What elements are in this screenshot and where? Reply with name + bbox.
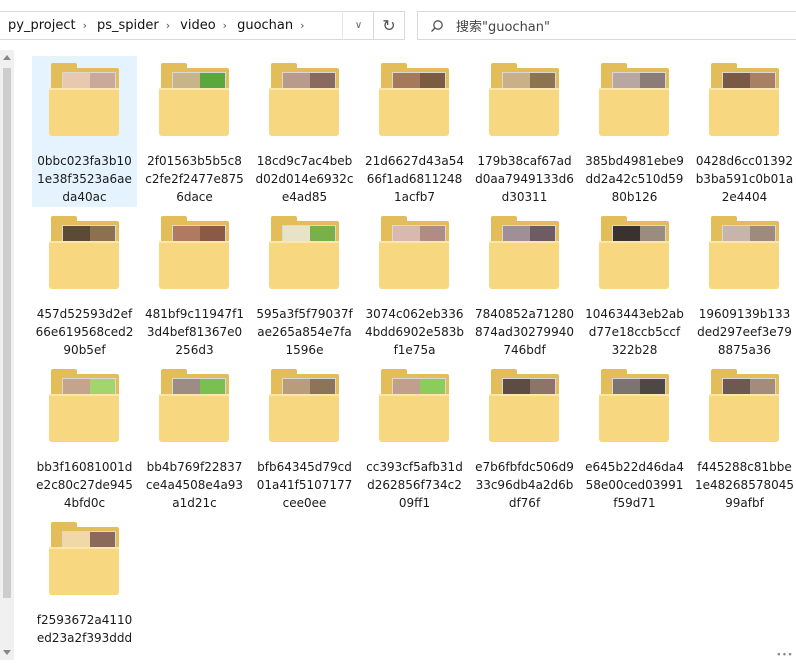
folder-icon [156, 63, 234, 136]
folder-icon [596, 63, 674, 136]
breadcrumb-ps-spider[interactable]: ps_spider [89, 18, 164, 33]
vertical-scrollbar[interactable] [0, 50, 14, 660]
scroll-down-icon[interactable] [3, 650, 11, 655]
folder-name: 595a3f5f79037fae265a854e7fa1596e [256, 307, 353, 357]
folder-name: 19609139b133ded297eef3e798875a36 [697, 307, 792, 357]
folder-name: e645b22d46da458e00ced03991f59d71 [585, 460, 684, 510]
folder-icon [706, 63, 784, 136]
folder-item[interactable]: 0428d6cc01392b3ba591c0b01a2e4404 [692, 56, 796, 207]
folder-name: cc393cf5afb31dd262856f734c209ff1 [366, 460, 463, 510]
folder-name: 481bf9c11947f13d4bef81367e0256d3 [145, 307, 245, 357]
folder-item[interactable]: e645b22d46da458e00ced03991f59d71 [582, 362, 687, 513]
folder-icon [376, 216, 454, 289]
folder-item[interactable]: 385bd4981ebe9dd2a42c510d5980b126 [582, 56, 687, 207]
folder-name: f445288c81bbe1e48268578045 99afbf [695, 460, 794, 510]
folder-name: 7840852a71280874ad30279940746bdf [475, 307, 574, 357]
folder-name: 18cd9c7ac4bebd02d014e6932ce4ad85 [255, 154, 354, 204]
folder-name: 179b38caf67add0aa7949133d6d30311 [475, 154, 574, 204]
folder-name: 10463443eb2abd77e18ccb5ccf322b28 [585, 307, 684, 357]
folder-icon [486, 369, 564, 442]
folder-icon [706, 369, 784, 442]
chevron-right-icon[interactable]: › [164, 19, 172, 32]
folder-item[interactable]: 457d52593d2ef66e619568ced290b5ef [32, 209, 137, 360]
breadcrumb-py-project[interactable]: py_project [0, 18, 81, 33]
folder-icon [46, 216, 124, 289]
folder-name: 2f01563b5b5c8c2fe2f2477e8756dace [145, 154, 244, 204]
folder-item[interactable]: f445288c81bbe1e48268578045 99afbf [692, 362, 796, 513]
folder-icon [156, 369, 234, 442]
folder-name: 0428d6cc01392b3ba591c0b01a2e4404 [695, 154, 794, 204]
folder-icon [596, 216, 674, 289]
folder-icon [156, 216, 234, 289]
folder-icon [486, 63, 564, 136]
folder-name: 457d52593d2ef66e619568ced290b5ef [35, 307, 134, 357]
folder-icon [596, 369, 674, 442]
folder-name: bfb64345d79cd01a41f5107177cee0ee [256, 460, 353, 510]
chevron-right-icon[interactable]: › [221, 19, 229, 32]
folder-icon [46, 63, 124, 136]
folder-icon [266, 369, 344, 442]
search-icon [418, 19, 456, 33]
file-grid: 0bbc023fa3b101e38f3523a6aeda40ac 2f01563b… [28, 56, 796, 668]
folder-item[interactable]: bb3f16081001de2c80c27de9454bfd0c [32, 362, 137, 513]
folder-item[interactable]: cc393cf5afb31dd262856f734c209ff1 [362, 362, 467, 513]
scroll-thumb[interactable] [3, 68, 11, 598]
folder-name: bb3f16081001de2c80c27de9454bfd0c [36, 460, 133, 510]
folder-name: e7b6fbfdc506d933c96db4a2d6bdf76f [475, 460, 574, 510]
folder-name: 3074c062eb3364bdd6902e583bf1e75a [365, 307, 464, 357]
folder-item[interactable]: 481bf9c11947f13d4bef81367e0256d3 [142, 209, 247, 360]
folder-item[interactable]: bb4b769f22837ce4a4508e4a93a1d21c [142, 362, 247, 513]
folder-item[interactable]: 21d6627d43a5466f1ad68112481acfb7 [362, 56, 467, 207]
scroll-up-icon[interactable] [3, 55, 11, 60]
folder-icon [266, 63, 344, 136]
folder-name: 0bbc023fa3b101e38f3523a6aeda40ac [37, 154, 132, 204]
folder-item[interactable]: 3074c062eb3364bdd6902e583bf1e75a [362, 209, 467, 360]
folder-item[interactable]: 0bbc023fa3b101e38f3523a6aeda40ac [32, 56, 137, 207]
folder-item[interactable]: 10463443eb2abd77e18ccb5ccf322b28 [582, 209, 687, 360]
address-bar[interactable]: py_project › ps_spider › video › guochan… [0, 11, 374, 40]
folder-icon [46, 522, 124, 595]
folder-item[interactable]: bfb64345d79cd01a41f5107177cee0ee [252, 362, 357, 513]
resize-grip-icon[interactable]: ∙∙∙ [776, 650, 793, 660]
folder-icon [486, 216, 564, 289]
folder-icon [376, 369, 454, 442]
address-dropdown-icon[interactable]: ∨ [342, 11, 374, 40]
folder-name: 21d6627d43a5466f1ad68112481acfb7 [365, 154, 464, 204]
folder-icon [46, 369, 124, 442]
folder-item[interactable]: f2593672a4110ed23a2f393ddd [32, 515, 137, 666]
top-bar: py_project › ps_spider › video › guochan… [0, 0, 796, 50]
breadcrumb-video[interactable]: video [172, 18, 221, 33]
folder-item[interactable]: 179b38caf67add0aa7949133d6d30311 [472, 56, 577, 207]
folder-item[interactable]: 18cd9c7ac4bebd02d014e6932ce4ad85 [252, 56, 357, 207]
folder-item[interactable]: 19609139b133ded297eef3e798875a36 [692, 209, 796, 360]
chevron-right-icon[interactable]: › [81, 19, 89, 32]
folder-name: 385bd4981ebe9dd2a42c510d5980b126 [585, 154, 684, 204]
folder-icon [266, 216, 344, 289]
refresh-icon[interactable]: ↻ [374, 11, 405, 40]
chevron-right-icon[interactable]: › [298, 19, 306, 32]
folder-name: bb4b769f22837ce4a4508e4a93a1d21c [145, 460, 244, 510]
folder-item[interactable]: 2f01563b5b5c8c2fe2f2477e8756dace [142, 56, 247, 207]
folder-icon [376, 63, 454, 136]
breadcrumb-guochan[interactable]: guochan [229, 18, 298, 33]
folder-item[interactable]: 595a3f5f79037fae265a854e7fa1596e [252, 209, 357, 360]
folder-icon [706, 216, 784, 289]
folder-item[interactable]: e7b6fbfdc506d933c96db4a2d6bdf76f [472, 362, 577, 513]
folder-item[interactable]: 7840852a71280874ad30279940746bdf [472, 209, 577, 360]
search-placeholder: 搜索"guochan" [456, 20, 550, 35]
folder-name: f2593672a4110ed23a2f393ddd [36, 613, 133, 645]
search-box[interactable]: 搜索"guochan" [417, 11, 796, 40]
